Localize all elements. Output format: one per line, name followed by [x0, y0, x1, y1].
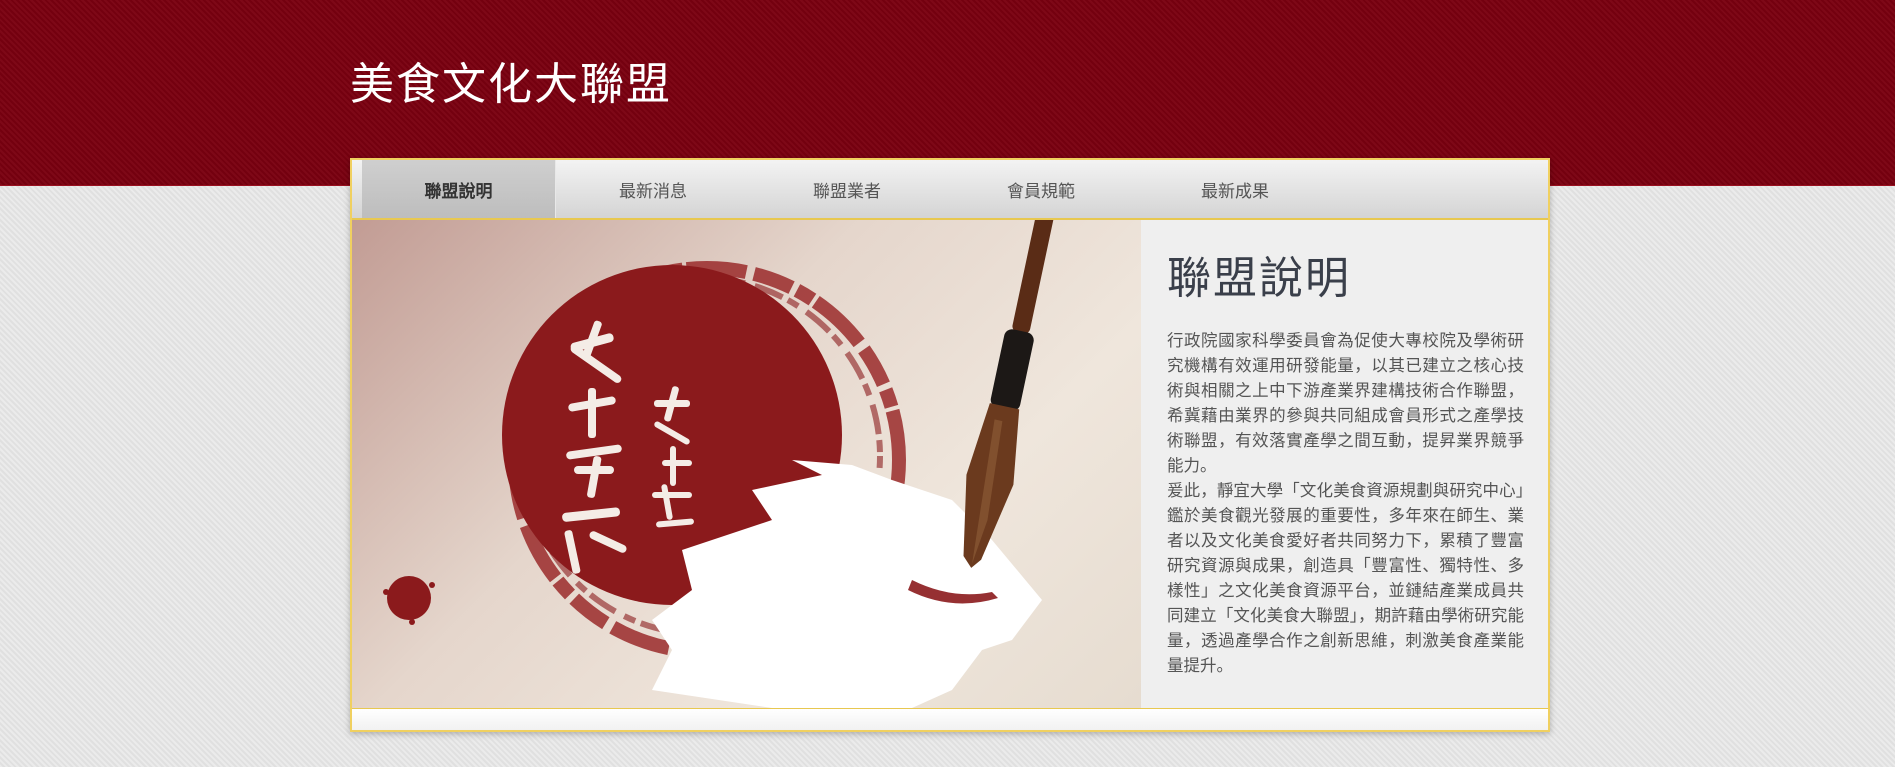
- site-title[interactable]: 美食文化大聯盟: [350, 48, 672, 112]
- main-frame: 聯盟說明 最新消息 聯盟業者 會員規範 最新成果 聯盟說明 行政院國家科學委員會…: [350, 158, 1550, 732]
- ink-splat: [387, 576, 431, 620]
- about-heading: 聯盟說明: [1167, 253, 1351, 304]
- hero-banner-image: [352, 220, 1141, 708]
- brush-icon: [963, 220, 1055, 568]
- about-panel: 聯盟說明 行政院國家科學委員會為促使大專校院及學術研究機構有效運用研發能量，以其…: [1141, 220, 1548, 708]
- frame-footer-strip: [352, 708, 1548, 730]
- nav-item-members[interactable]: 聯盟業者: [750, 160, 944, 218]
- nav-item-about[interactable]: 聯盟說明: [362, 160, 556, 218]
- nav-item-news[interactable]: 最新消息: [556, 160, 750, 218]
- main-nav: 聯盟說明 最新消息 聯盟業者 會員規範 最新成果: [352, 160, 1548, 220]
- about-paragraph-1: 行政院國家科學委員會為促使大專校院及學術研究機構有效運用研發能量，以其已建立之核…: [1167, 331, 1524, 475]
- about-paragraph-2: 爰此，靜宜大學「文化美食資源規劃與研究中心」鑑於美食觀光發展的重要性，多年來在師…: [1167, 481, 1524, 675]
- nav-item-results[interactable]: 最新成果: [1138, 160, 1332, 218]
- calligraphy-banner-art: [383, 220, 1055, 708]
- nav-item-rules[interactable]: 會員規範: [944, 160, 1138, 218]
